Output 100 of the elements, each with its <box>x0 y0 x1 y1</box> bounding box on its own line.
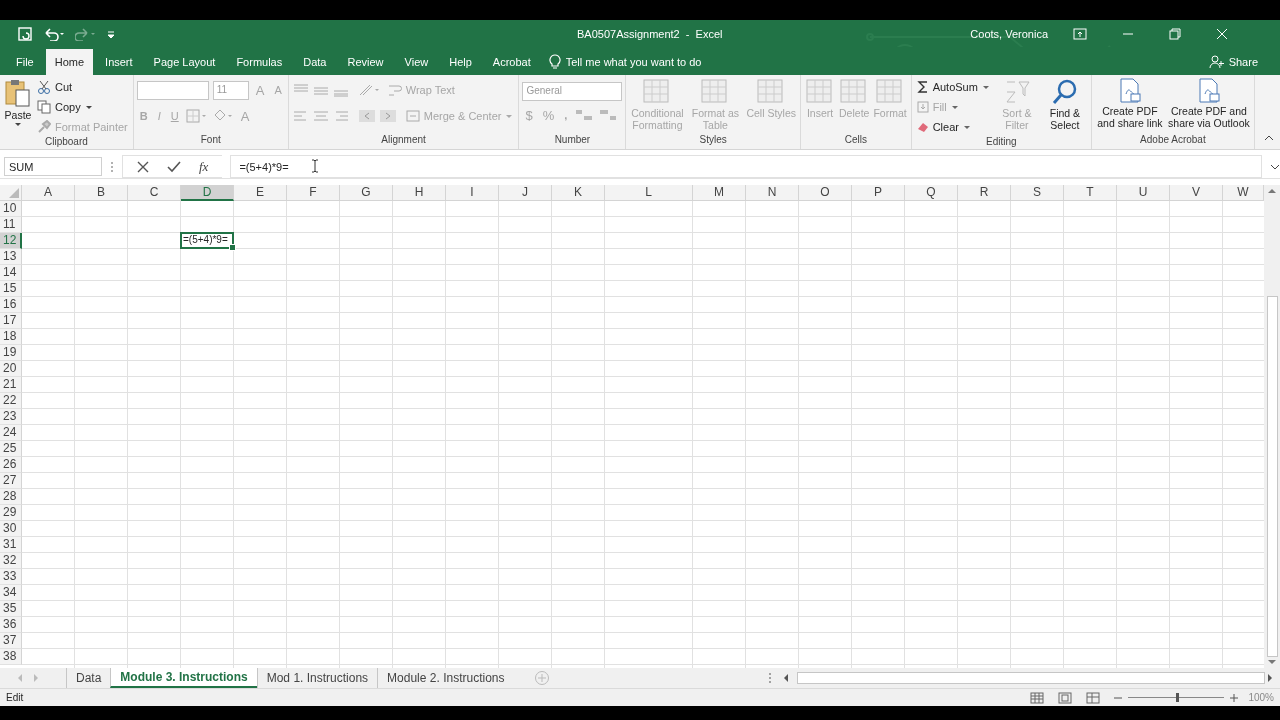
editing-button[interactable]: Clear <box>914 118 992 136</box>
column-header[interactable]: F <box>287 185 340 201</box>
undo-icon[interactable] <box>43 26 65 41</box>
row-header[interactable]: 15 <box>0 281 22 297</box>
share-button[interactable]: Share <box>1202 49 1264 75</box>
ribbon-tab[interactable]: View <box>395 49 438 75</box>
name-box[interactable]: SUM <box>4 157 102 176</box>
ribbon-tab[interactable]: File <box>7 49 43 75</box>
column-header[interactable]: M <box>693 185 746 201</box>
column-header[interactable]: B <box>75 185 128 201</box>
row-header[interactable]: 30 <box>0 521 22 537</box>
paste-button[interactable]: Paste <box>3 78 33 136</box>
column-header[interactable]: I <box>446 185 499 201</box>
column-header[interactable]: R <box>958 185 1011 201</box>
column-header[interactable]: U <box>1117 185 1170 201</box>
create-pdf-button[interactable]: Create PDF and share link <box>1094 78 1165 134</box>
editing-large-button[interactable]: Find & Select <box>1041 78 1088 136</box>
row-header[interactable]: 10 <box>0 201 22 217</box>
row-header[interactable]: 32 <box>0 553 22 569</box>
column-header[interactable]: K <box>552 185 605 201</box>
scroll-right-icon[interactable] <box>1268 674 1273 682</box>
clipboard-button[interactable]: Copy <box>35 98 130 116</box>
row-header[interactable]: 35 <box>0 601 22 617</box>
row-header[interactable]: 31 <box>0 537 22 553</box>
orientation-icon[interactable] <box>357 83 382 97</box>
row-header[interactable]: 37 <box>0 633 22 649</box>
enter-icon[interactable] <box>167 160 181 173</box>
ribbon-tab[interactable]: Data <box>294 49 336 75</box>
scroll-left-icon[interactable] <box>783 674 788 682</box>
fill-handle[interactable] <box>229 244 236 251</box>
row-header[interactable]: 23 <box>0 409 22 425</box>
column-header[interactable]: J <box>499 185 552 201</box>
row-header[interactable]: 27 <box>0 473 22 489</box>
drag-handle-icon[interactable] <box>110 160 114 173</box>
font-name-field[interactable] <box>136 80 209 100</box>
row-header[interactable]: 25 <box>0 441 22 457</box>
row-header[interactable]: 21 <box>0 377 22 393</box>
clipboard-button[interactable]: Cut <box>35 78 130 96</box>
row-header[interactable]: 24 <box>0 425 22 441</box>
row-header[interactable]: 28 <box>0 489 22 505</box>
row-header[interactable]: 11 <box>0 217 22 233</box>
ribbon-tab[interactable]: Formulas <box>227 49 292 75</box>
row-header[interactable]: 38 <box>0 649 22 665</box>
formula-field[interactable]: =(5+4)*9= <box>230 155 1262 178</box>
ribbon-tab[interactable]: Home <box>45 49 94 75</box>
restore-icon[interactable] <box>1169 27 1181 40</box>
customize-caret-icon[interactable] <box>107 28 115 39</box>
ribbon-tab[interactable]: Acrobat <box>483 49 540 75</box>
editing-button[interactable]: AutoSum <box>914 78 992 96</box>
normal-view-icon[interactable] <box>1030 691 1045 704</box>
active-cell[interactable]: =(5+4)*9= <box>180 232 234 249</box>
tell-me-search[interactable]: Tell me what you want to do <box>542 49 708 75</box>
ribbon-tab[interactable]: Review <box>338 49 393 75</box>
select-all-icon[interactable] <box>9 188 19 198</box>
scroll-down-icon[interactable] <box>1268 660 1276 665</box>
column-header[interactable]: S <box>1011 185 1064 201</box>
column-header[interactable]: W <box>1223 185 1264 201</box>
cancel-icon[interactable] <box>137 160 149 173</box>
column-header[interactable]: L <box>605 185 693 201</box>
column-header[interactable]: C <box>128 185 181 201</box>
column-header[interactable]: V <box>1170 185 1223 201</box>
column-header[interactable]: P <box>852 185 905 201</box>
decimal-icons[interactable] <box>574 108 619 122</box>
save-icon[interactable] <box>17 25 33 42</box>
column-header[interactable]: E <box>234 185 287 201</box>
column-header[interactable]: Q <box>905 185 958 201</box>
column-header[interactable]: D <box>181 185 234 201</box>
column-header[interactable]: A <box>22 185 75 201</box>
create-pdf-button[interactable]: Create PDF and share via Outlook <box>1166 78 1251 134</box>
row-header[interactable]: 14 <box>0 265 22 281</box>
row-header[interactable]: 12 <box>0 233 22 249</box>
scroll-up-icon[interactable] <box>1268 188 1276 193</box>
vertical-scrollbar[interactable] <box>1264 185 1280 668</box>
row-header[interactable]: 18 <box>0 329 22 345</box>
row-header[interactable]: 29 <box>0 505 22 521</box>
sheet-tab[interactable]: Module 3. Instructions <box>110 668 257 688</box>
page-layout-icon[interactable] <box>1058 691 1073 704</box>
add-sheet-icon[interactable] <box>533 670 550 686</box>
row-header[interactable]: 19 <box>0 345 22 361</box>
column-header[interactable]: O <box>799 185 852 201</box>
row-header[interactable]: 17 <box>0 313 22 329</box>
collapse-ribbon-icon[interactable] <box>1264 135 1274 141</box>
close-icon[interactable] <box>1216 27 1228 40</box>
column-header[interactable]: N <box>746 185 799 201</box>
row-header[interactable]: 26 <box>0 457 22 473</box>
page-break-icon[interactable] <box>1086 691 1101 704</box>
expand-formula-icon[interactable] <box>1270 163 1280 170</box>
row-header[interactable]: 20 <box>0 361 22 377</box>
row-header[interactable]: 13 <box>0 249 22 265</box>
ribbon-tab[interactable]: Page Layout <box>144 49 225 75</box>
ribbon-tab[interactable]: Help <box>440 49 481 75</box>
row-header[interactable]: 34 <box>0 585 22 601</box>
column-header[interactable]: G <box>340 185 393 201</box>
column-header[interactable]: H <box>393 185 446 201</box>
insert-function-button[interactable]: fx <box>199 158 209 175</box>
column-header[interactable]: T <box>1064 185 1117 201</box>
scroll-thumb[interactable] <box>797 672 1265 684</box>
row-header[interactable]: 16 <box>0 297 22 313</box>
zoom-in-icon[interactable] <box>1230 693 1239 702</box>
zoom-slider[interactable] <box>1176 693 1180 702</box>
